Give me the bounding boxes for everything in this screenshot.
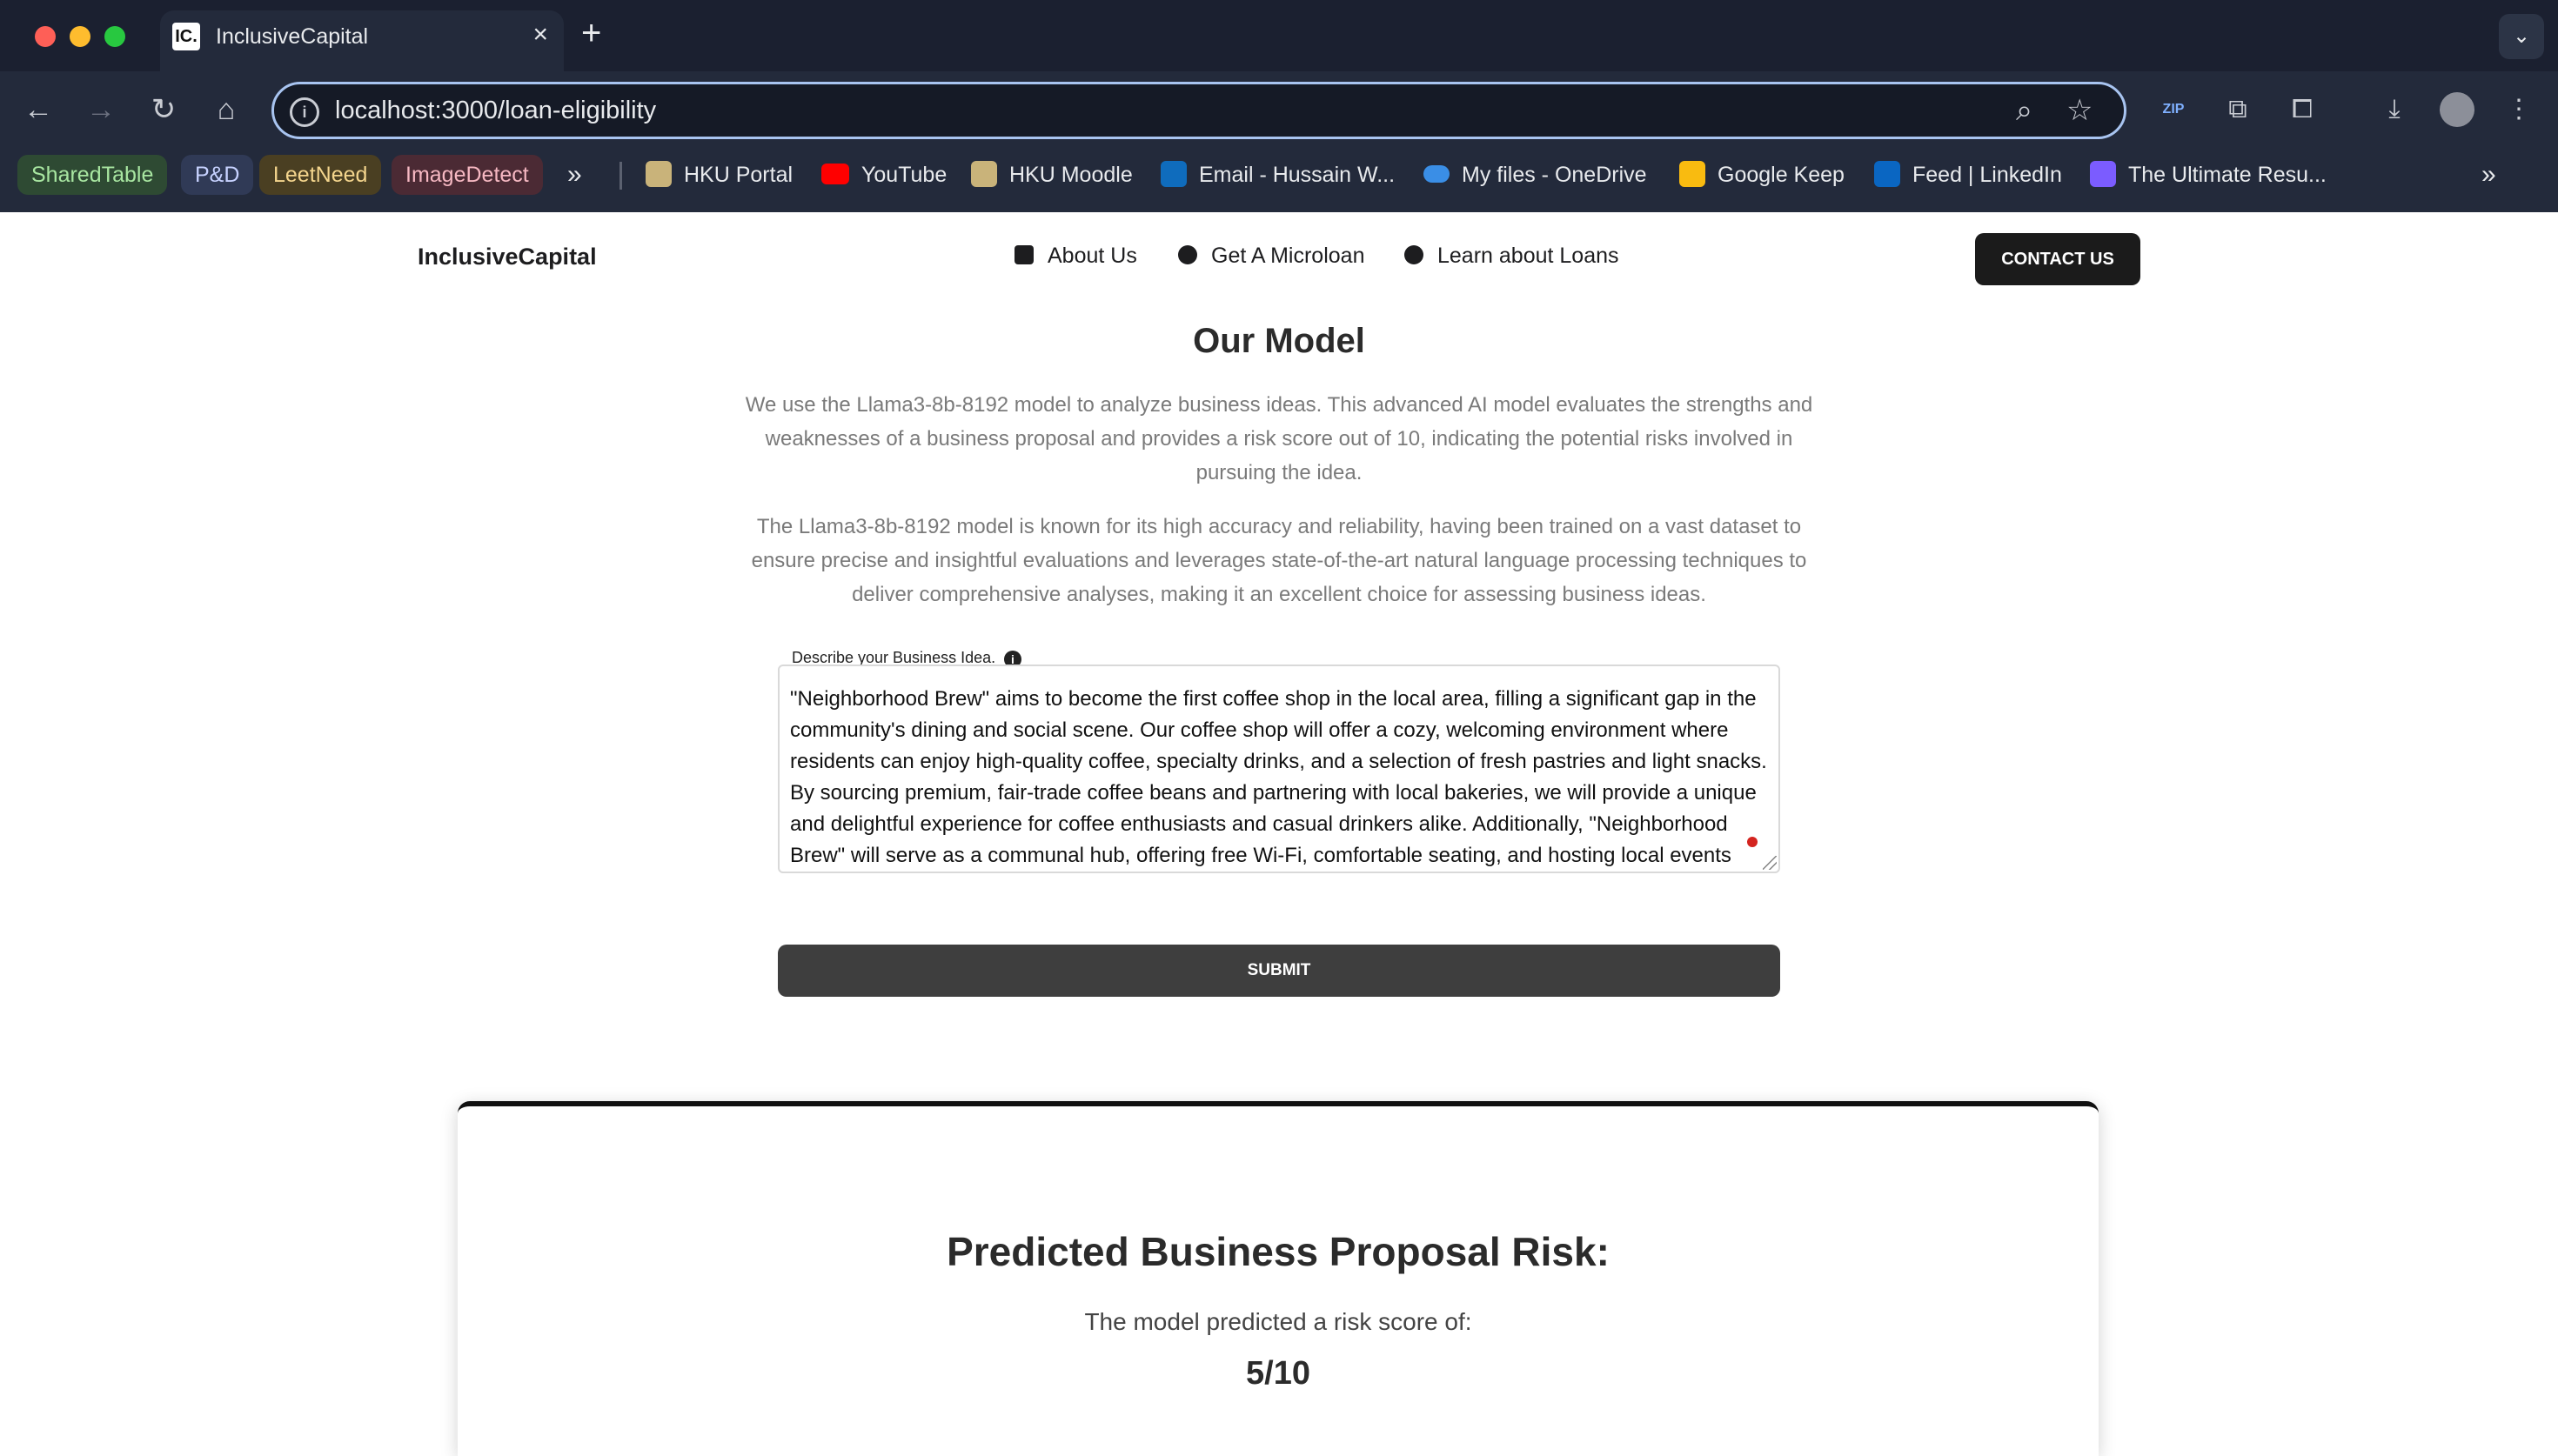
site-logo[interactable]: InclusiveCapital (418, 244, 597, 270)
bookmark-youtube[interactable]: YouTube (821, 155, 947, 195)
risk-score: 5/10 (1246, 1355, 1310, 1392)
contact-us-button[interactable]: CONTACT US (1975, 233, 2140, 285)
bookmarks-overflow-icon[interactable]: » (2481, 155, 2496, 195)
web-page: InclusiveCapital About Us Get A Microloa… (0, 212, 2558, 1456)
bookmark-ultimate-resume[interactable]: The Ultimate Resu... (2090, 155, 2327, 195)
briefcase-icon (1014, 245, 1034, 265)
bookmark-label: Google Keep (1718, 163, 1845, 187)
bookmark-label: HKU Portal (684, 163, 794, 187)
close-window-button[interactable] (35, 26, 56, 47)
outlook-icon (1161, 161, 1187, 188)
tab-close-icon[interactable]: × (532, 21, 548, 49)
tab-search-icon[interactable]: ⌄ (2499, 14, 2544, 59)
dollar-icon (1178, 245, 1197, 265)
bookmark-pd[interactable]: P&D (181, 155, 254, 195)
new-tab-icon[interactable]: + (581, 16, 601, 50)
nav-label: Learn about Loans (1437, 244, 1619, 268)
result-card: Predicted Business Proposal Risk: The mo… (458, 1101, 2099, 1456)
profile-avatar[interactable] (2440, 92, 2474, 127)
bookmark-google-keep[interactable]: Google Keep (1679, 155, 1845, 195)
resume-icon (2090, 161, 2116, 188)
bookmark-imagedetect[interactable]: ImageDetect (392, 155, 543, 195)
bookmark-label: The Ultimate Resu... (2128, 163, 2327, 187)
bookmark-linkedin[interactable]: Feed | LinkedIn (1874, 155, 2062, 195)
zip-extension-icon[interactable]: ZIP (2156, 92, 2191, 127)
bookmark-leetneed[interactable]: LeetNeed (259, 155, 382, 195)
forward-icon[interactable]: → (84, 92, 118, 127)
spellcheck-indicator-icon (1747, 837, 1758, 847)
nav-get-microloan[interactable]: Get A Microloan (1178, 244, 1364, 269)
model-description-1: We use the Llama3-8b-8192 model to analy… (745, 393, 1813, 484)
linkedin-icon (1874, 161, 1900, 188)
url-text: localhost:3000/loan-eligibility (335, 97, 657, 124)
nav-about-us[interactable]: About Us (1014, 244, 1137, 269)
translate-extension-icon[interactable]: ⧉ (2220, 92, 2255, 127)
browser-chrome: IC. InclusiveCapital × + ⌄ ← → ↻ ⌂ i loc… (0, 0, 2558, 212)
favicon-icon: IC. (172, 23, 200, 50)
youtube-icon (821, 164, 849, 185)
bookmark-label: Feed | LinkedIn (1912, 163, 2062, 187)
result-subtitle: The model predicted a risk score of: (1084, 1308, 1472, 1335)
onedrive-icon (1423, 165, 1450, 184)
bookmark-label: HKU Moodle (1009, 163, 1133, 187)
hku-icon (646, 161, 672, 188)
hku-icon (971, 161, 997, 188)
submit-button[interactable]: SUBMIT (778, 945, 1780, 997)
bookmark-overflow-icon[interactable]: » (567, 155, 582, 195)
nav-learn-about-loans[interactable]: Learn about Loans (1404, 244, 1619, 269)
extensions-icon[interactable]: ⧠ (2285, 92, 2320, 127)
resize-handle-icon[interactable] (1763, 856, 1777, 870)
bookmark-label: My files - OneDrive (1462, 163, 1647, 187)
section-title: Our Model (1193, 322, 1365, 360)
back-icon[interactable]: ← (21, 92, 56, 127)
address-bar[interactable]: i localhost:3000/loan-eligibility ⌕ ☆ (271, 82, 2126, 139)
info-icon (1404, 245, 1423, 265)
zoom-icon[interactable]: ⌕ (2016, 95, 2032, 126)
bookmark-hku-moodle[interactable]: HKU Moodle (971, 155, 1133, 195)
nav-label: About Us (1048, 244, 1137, 268)
bookmark-star-icon[interactable]: ☆ (2066, 95, 2093, 126)
site-info-icon[interactable]: i (290, 97, 319, 127)
home-icon[interactable]: ⌂ (209, 92, 244, 127)
model-description-2: The Llama3-8b-8192 model is known for it… (751, 515, 1807, 606)
browser-tab-active[interactable]: IC. InclusiveCapital × (160, 10, 564, 71)
bookmark-email[interactable]: Email - Hussain W... (1161, 155, 1395, 195)
bookmark-label: Email - Hussain W... (1199, 163, 1396, 187)
browser-menu-icon[interactable]: ⋮ (2506, 92, 2532, 127)
bookmark-hku-portal[interactable]: HKU Portal (646, 155, 793, 195)
business-idea-textarea[interactable]: "Neighborhood Brew" aims to become the f… (778, 665, 1780, 873)
tab-strip: IC. InclusiveCapital × + ⌄ (0, 0, 2558, 71)
bookmark-divider (619, 162, 622, 190)
bookmark-onedrive[interactable]: My files - OneDrive (1423, 155, 1647, 195)
bookmark-label: YouTube (861, 163, 948, 187)
download-icon[interactable]: ⤓ (2377, 92, 2412, 127)
minimize-window-button[interactable] (70, 26, 90, 47)
maximize-window-button[interactable] (104, 26, 125, 47)
nav-label: Get A Microloan (1211, 244, 1365, 268)
tab-title: InclusiveCapital (216, 24, 369, 49)
reload-icon[interactable]: ↻ (146, 92, 181, 127)
keep-icon (1679, 161, 1705, 188)
result-title: Predicted Business Proposal Risk: (947, 1229, 1610, 1274)
bookmark-sharedtable[interactable]: SharedTable (17, 155, 168, 195)
